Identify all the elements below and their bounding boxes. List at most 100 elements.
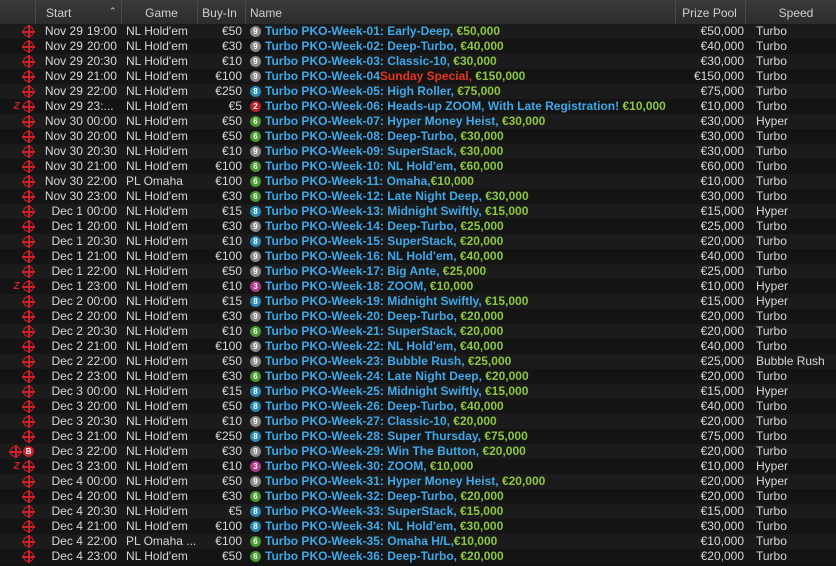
row-icons: [0, 159, 36, 174]
table-row[interactable]: Dec 1 00:00 NL Hold'em €15 8 Turbo PKO-Week-1…: [0, 204, 836, 219]
row-start: Dec 4 21:00: [36, 519, 122, 534]
table-row[interactable]: Z Dec 1 23:00 NL Hold'em €10 3 Turbo PKO-Week-…: [0, 279, 836, 294]
row-start: Dec 1 23:00: [36, 279, 122, 294]
start-date: Nov 30: [44, 144, 83, 158]
row-prize-pool: €20,000: [700, 549, 744, 563]
table-size-badge: 9: [250, 41, 261, 52]
table-row[interactable]: Nov 29 21:00 NL Hold'em €100 9 Turbo PKO-Week…: [0, 69, 836, 84]
table-row[interactable]: Nov 30 20:30 NL Hold'em €10 9 Turbo PKO-Week-…: [0, 144, 836, 159]
row-buyin: €250: [215, 84, 242, 98]
row-name: 9 Turbo PKO-Week-29: Win The Button, €20,…: [246, 444, 676, 459]
table-row[interactable]: Dec 4 22:00 PL Omaha ... €100 6 Turbo PKO-Wee…: [0, 534, 836, 549]
table-size-badge: 9: [250, 476, 261, 487]
row-speed: Turbo: [756, 429, 787, 443]
table-row[interactable]: Nov 30 00:00 NL Hold'em €50 6 Turbo PKO-Week-…: [0, 114, 836, 129]
table-row[interactable]: Nov 29 20:30 NL Hold'em €10 9 Turbo PKO-Week-…: [0, 54, 836, 69]
row-start: Dec 3 22:00: [36, 444, 122, 459]
start-time: 20:30: [86, 54, 117, 68]
table-size-badge: 6: [250, 326, 261, 337]
table-row[interactable]: Nov 30 20:00 NL Hold'em €50 6 Turbo PKO-Week-…: [0, 129, 836, 144]
table-row[interactable]: Dec 2 00:00 NL Hold'em €15 8 Turbo PKO-Week-1…: [0, 294, 836, 309]
table-row[interactable]: Nov 30 23:00 NL Hold'em €30 6 Turbo PKO-Week-…: [0, 189, 836, 204]
table-size-badge: 9: [250, 341, 261, 352]
guarantee-amount: €40,000: [456, 249, 504, 263]
header-game[interactable]: Game: [122, 0, 198, 26]
guarantee-amount: €30,000: [498, 114, 546, 128]
table-row[interactable]: Nov 29 20:00 NL Hold'em €30 9 Turbo PKO-Week-…: [0, 39, 836, 54]
header-start-label: Start: [46, 6, 72, 20]
row-start: Dec 1 00:00: [36, 204, 122, 219]
row-speed: Turbo: [756, 339, 787, 353]
row-buyin: €50: [221, 399, 242, 413]
start-time: 21:00: [86, 339, 117, 353]
row-buyin: €30: [221, 219, 242, 233]
row-prize-pool: €10,000: [700, 459, 744, 473]
table-row[interactable]: Dec 1 21:00 NL Hold'em €100 9 Turbo PKO-Week-…: [0, 249, 836, 264]
table-size-badge: 9: [250, 56, 261, 67]
table-row[interactable]: Dec 1 20:30 NL Hold'em €10 8 Turbo PKO-Week-1…: [0, 234, 836, 249]
row-start: Dec 2 23:00: [36, 369, 122, 384]
table-row[interactable]: Dec 2 20:30 NL Hold'em €10 6 Turbo PKO-Week-2…: [0, 324, 836, 339]
table-row[interactable]: Dec 2 21:00 NL Hold'em €100 9 Turbo PKO-Week-…: [0, 339, 836, 354]
row-game: PL Omaha: [126, 174, 183, 188]
table-row[interactable]: Dec 4 21:00 NL Hold'em €100 8 Turbo PKO-Week-…: [0, 519, 836, 534]
table-row[interactable]: Dec 4 20:30 NL Hold'em €5 8 Turbo PKO-Week-33…: [0, 504, 836, 519]
start-date: Dec 3: [51, 414, 83, 428]
table-row[interactable]: Dec 3 00:00 NL Hold'em €15 8 Turbo PKO-Week-2…: [0, 384, 836, 399]
header-name[interactable]: Name: [246, 0, 676, 26]
table-row[interactable]: Dec 3 20:30 NL Hold'em €10 9 Turbo PKO-Week-2…: [0, 414, 836, 429]
table-row[interactable]: Dec 3 21:00 NL Hold'em €250 8 Turbo PKO-Week-…: [0, 429, 836, 444]
header-buyin[interactable]: Buy-In: [198, 0, 246, 26]
start-time: 21:00: [86, 429, 117, 443]
start-time: 22:00: [86, 84, 117, 98]
table-row[interactable]: Dec 1 20:00 NL Hold'em €30 9 Turbo PKO-Week-1…: [0, 219, 836, 234]
table-row[interactable]: Dec 2 22:00 NL Hold'em €50 9 Turbo PKO-Week-2…: [0, 354, 836, 369]
guarantee-amount: €20,000: [479, 444, 526, 458]
table-row[interactable]: Dec 3 20:00 NL Hold'em €50 8 Turbo PKO-Week-2…: [0, 399, 836, 414]
table-row[interactable]: Nov 29 19:00 NL Hold'em €50 9 Turbo PKO-Week-…: [0, 24, 836, 39]
start-date: Dec 1: [51, 249, 83, 263]
table-size-badge: 3: [250, 281, 261, 292]
row-buyin: €50: [221, 549, 242, 563]
row-buyin: €5: [228, 504, 242, 518]
table-row[interactable]: Z Nov 29 23:... NL Hold'em €5 2 Turbo PKO-Week…: [0, 99, 836, 114]
row-name: 9 Turbo PKO-Week-04 Sunday Special, €150,…: [246, 69, 676, 84]
row-game: NL Hold'em: [126, 369, 188, 383]
header-prize-pool[interactable]: Prize Pool: [676, 0, 746, 26]
table-size-badge: 9: [250, 146, 261, 157]
table-row[interactable]: Dec 2 23:00 NL Hold'em €30 6 Turbo PKO-Week-2…: [0, 369, 836, 384]
crosshair-target-icon: [22, 355, 35, 368]
table-row[interactable]: Nov 30 22:00 PL Omaha €100 6 Turbo PKO-Week-1…: [0, 174, 836, 189]
table-row[interactable]: Dec 2 20:00 NL Hold'em €30 9 Turbo PKO-Week-2…: [0, 309, 836, 324]
row-prize-pool: €30,000: [700, 114, 744, 128]
table-size-badge: 9: [250, 311, 261, 322]
header-speed[interactable]: Speed: [746, 0, 836, 26]
start-time: 20:30: [86, 234, 117, 248]
table-size-badge: 9: [250, 26, 261, 37]
table-row[interactable]: B Dec 3 22:00 NL Hold'em €30 9 Turbo PKO-Week-…: [0, 444, 836, 459]
table-row[interactable]: Dec 4 23:00 NL Hold'em €50 6 Turbo PKO-Week-3…: [0, 549, 836, 564]
table-row[interactable]: Dec 1 22:00 NL Hold'em €50 9 Turbo PKO-Week-1…: [0, 264, 836, 279]
tournament-name: Turbo PKO-Week-10: NL Hold'em,: [265, 159, 457, 173]
guarantee-amount: €20,000: [498, 474, 546, 488]
start-time: 20:30: [86, 144, 117, 158]
table-row[interactable]: Nov 30 21:00 NL Hold'em €100 6 Turbo PKO-Week…: [0, 159, 836, 174]
guarantee-amount: €20,000: [457, 309, 504, 323]
start-time: 20:00: [86, 309, 117, 323]
row-game: PL Omaha ...: [126, 534, 197, 548]
table-size-badge: 9: [250, 266, 261, 277]
table-row[interactable]: Z Dec 3 23:00 NL Hold'em €10 3 Turbo PKO-Week-…: [0, 459, 836, 474]
start-date: Nov 30: [44, 159, 83, 173]
zoom-z-icon: Z: [13, 101, 20, 112]
start-time: 20:00: [86, 399, 117, 413]
start-date: Dec 2: [51, 324, 83, 338]
table-row[interactable]: Dec 4 00:00 NL Hold'em €50 9 Turbo PKO-Week-3…: [0, 474, 836, 489]
header-start[interactable]: Start ⌃: [36, 0, 122, 26]
row-prize-pool: €75,000: [700, 429, 744, 443]
row-buyin: €15: [221, 294, 242, 308]
table-row[interactable]: Dec 4 20:00 NL Hold'em €30 6 Turbo PKO-Week-3…: [0, 489, 836, 504]
crosshair-target-icon: [22, 550, 35, 563]
guarantee-amount: €40,000: [456, 339, 504, 353]
row-game: NL Hold'em: [126, 159, 188, 173]
table-row[interactable]: Nov 29 22:00 NL Hold'em €250 8 Turbo PKO-Week…: [0, 84, 836, 99]
